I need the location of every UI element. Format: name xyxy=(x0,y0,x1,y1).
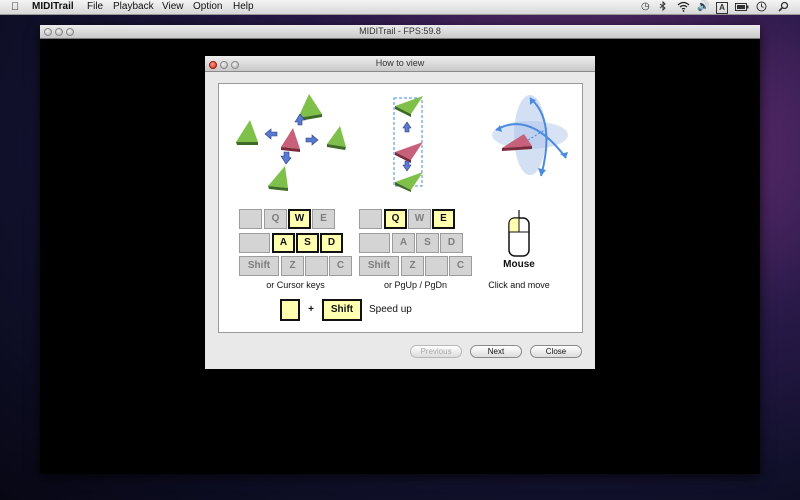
plus-sign: + xyxy=(308,304,314,315)
dialog-titlebar[interactable]: How to view xyxy=(205,56,595,72)
menu-bar:  MIDITrail File Playback View Option He… xyxy=(0,0,800,15)
next-button[interactable]: Next xyxy=(470,345,522,358)
main-window-title: MIDITrail - FPS:59.8 xyxy=(359,26,441,36)
key-blank-highlight xyxy=(280,299,300,321)
triangle-icon xyxy=(395,96,423,114)
menu-file[interactable]: File xyxy=(87,0,103,14)
triangle-icon xyxy=(395,142,423,160)
dialog-close-icon[interactable] xyxy=(209,61,217,69)
triangle-icon xyxy=(327,126,346,147)
bluetooth-icon[interactable] xyxy=(659,0,667,17)
key-c: C xyxy=(329,256,352,276)
previous-button[interactable]: Previous xyxy=(410,345,462,358)
wifi-icon[interactable] xyxy=(677,0,690,17)
close-button[interactable]: Close xyxy=(530,345,582,358)
key-blank xyxy=(359,233,390,253)
triangle-icon xyxy=(236,120,258,142)
key-e: E xyxy=(312,209,335,229)
triangle-icon xyxy=(281,128,300,149)
key-e: E xyxy=(432,209,455,229)
triangle-icon xyxy=(268,166,288,188)
keyboard-right-caption: or PgUp / PgDn xyxy=(383,280,448,290)
instructions-panel: Q W E A S D Shift Z C or Cursor keys Q W… xyxy=(218,83,583,333)
menu-view[interactable]: View xyxy=(162,0,184,14)
key-q: Q xyxy=(264,209,287,229)
battery-icon[interactable] xyxy=(735,0,749,17)
spotlight-icon[interactable] xyxy=(778,0,789,17)
arrow-left-icon xyxy=(264,128,278,140)
key-w: W xyxy=(408,209,431,229)
key-shift-highlight: Shift xyxy=(322,299,362,321)
key-z: Z xyxy=(401,256,424,276)
rotate-diagram xyxy=(492,95,568,177)
updown-diagram xyxy=(393,96,423,192)
close-window-icon[interactable] xyxy=(44,28,52,36)
key-blank xyxy=(425,256,448,276)
key-blank xyxy=(239,209,262,229)
key-blank xyxy=(359,209,382,229)
key-d: D xyxy=(320,233,343,253)
menu-help[interactable]: Help xyxy=(233,0,254,14)
mouse-label: Mouse xyxy=(503,259,535,270)
key-s: S xyxy=(296,233,319,253)
arrow-down-icon xyxy=(402,160,412,172)
menu-option[interactable]: Option xyxy=(193,0,222,14)
minimize-window-icon[interactable] xyxy=(55,28,63,36)
key-a: A xyxy=(272,233,295,253)
key-blank xyxy=(305,256,328,276)
key-z: Z xyxy=(281,256,304,276)
input-menu-icon[interactable]: A xyxy=(716,2,728,14)
move-diagram xyxy=(236,94,346,191)
mouse-icon xyxy=(508,210,530,257)
time-machine-icon[interactable]: ◷ xyxy=(641,0,650,14)
triangle-icon xyxy=(395,172,423,190)
volume-icon[interactable]: 🔊 xyxy=(697,0,709,14)
key-q: Q xyxy=(384,209,407,229)
dialog-title: How to view xyxy=(375,58,425,68)
arrow-right-icon xyxy=(305,134,319,146)
arrow-down-icon xyxy=(280,151,292,165)
how-to-view-dialog: How to view Q W E A S D Shift Z C or Cur… xyxy=(205,56,595,369)
mouse-caption: Click and move xyxy=(488,280,550,290)
speed-up-caption: Speed up xyxy=(369,304,412,315)
clock-icon[interactable] xyxy=(756,0,767,17)
key-s: S xyxy=(416,233,439,253)
menu-app-name[interactable]: MIDITrail xyxy=(32,0,74,14)
zoom-window-icon[interactable] xyxy=(66,28,74,36)
apple-icon[interactable]:  xyxy=(11,0,19,14)
key-shift: Shift xyxy=(359,256,399,276)
key-blank xyxy=(239,233,270,253)
key-c: C xyxy=(449,256,472,276)
key-d: D xyxy=(440,233,463,253)
main-window-titlebar[interactable]: MIDITrail - FPS:59.8 xyxy=(40,25,760,39)
dialog-minimize-icon xyxy=(220,61,228,69)
arrow-up-icon xyxy=(402,121,412,133)
key-a: A xyxy=(392,233,415,253)
menu-playback[interactable]: Playback xyxy=(113,0,154,14)
keyboard-left-caption: or Cursor keys xyxy=(266,280,325,290)
key-shift: Shift xyxy=(239,256,279,276)
key-w: W xyxy=(288,209,311,229)
dialog-zoom-icon xyxy=(231,61,239,69)
